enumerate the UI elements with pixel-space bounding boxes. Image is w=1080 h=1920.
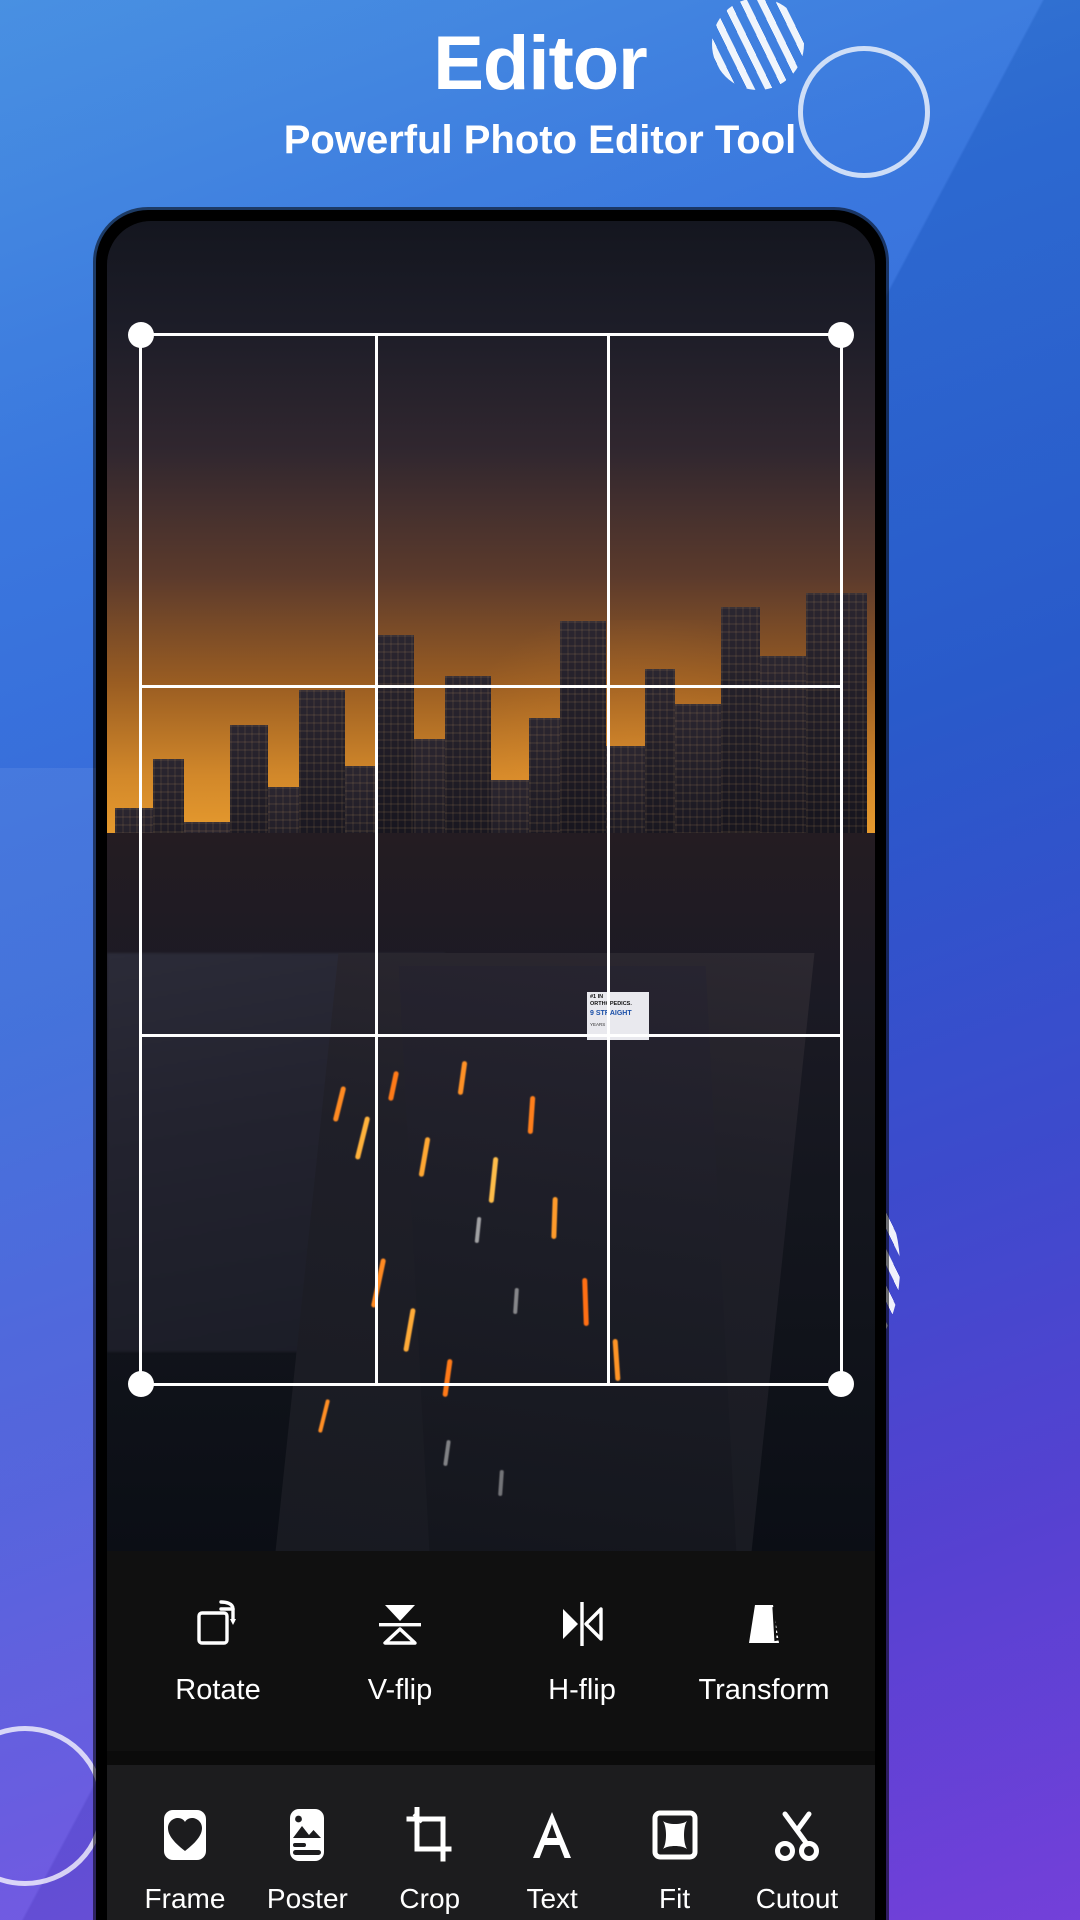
highway-layer-2 (398, 965, 737, 1551)
nav-divider (107, 1751, 875, 1765)
transform-toolbar: Rotate V-flip H-flip Transform (107, 1551, 875, 1751)
nav-item-crop[interactable]: Crop (374, 1807, 486, 1915)
billboard-line-3: YEARS (590, 1021, 606, 1027)
heart-frame-icon (158, 1807, 212, 1863)
tool-v-flip[interactable]: V-flip (325, 1596, 475, 1707)
tool-transform-label: Transform (698, 1673, 830, 1706)
rotate-icon (191, 1596, 245, 1652)
photo-canvas[interactable]: #1 IN ORTHOPEDICS. 9 STRAIGHT YEARS (107, 221, 875, 1551)
text-a-icon (525, 1807, 579, 1863)
poster-image-icon (280, 1807, 334, 1863)
photo-image: #1 IN ORTHOPEDICS. 9 STRAIGHT YEARS (107, 221, 875, 1551)
nav-item-text[interactable]: Text (496, 1807, 608, 1915)
nav-item-fit-label: Fit (659, 1883, 691, 1914)
phone-screen: #1 IN ORTHOPEDICS. 9 STRAIGHT YEARS Rota… (107, 221, 875, 1920)
billboard-sign: #1 IN ORTHOPEDICS. 9 STRAIGHT YEARS (587, 992, 649, 1041)
nav-item-poster[interactable]: Poster (251, 1807, 363, 1915)
nav-item-frame-label: Frame (144, 1883, 226, 1914)
transform-icon (737, 1596, 791, 1652)
tool-v-flip-label: V-flip (367, 1673, 433, 1706)
tool-h-flip-label: H-flip (548, 1673, 616, 1706)
horizontal-flip-icon (555, 1596, 609, 1652)
nav-item-frame[interactable]: Frame (129, 1807, 241, 1915)
nav-item-fit[interactable]: Fit (619, 1807, 731, 1915)
vertical-flip-icon (373, 1596, 427, 1652)
tool-rotate-label: Rotate (175, 1673, 261, 1706)
tool-h-flip[interactable]: H-flip (507, 1596, 657, 1707)
nav-item-crop-label: Crop (399, 1883, 461, 1914)
header-block: Editor Powerful Photo Editor Tool (0, 0, 1080, 163)
phone-mockup: #1 IN ORTHOPEDICS. 9 STRAIGHT YEARS Rota… (96, 210, 886, 1920)
nav-item-cutout[interactable]: Cutout (741, 1807, 853, 1915)
fit-frame-icon (648, 1807, 702, 1863)
page-title: Editor (433, 21, 648, 106)
bottom-navigation: Frame Poster Crop Text Fit Cutout (107, 1765, 875, 1920)
billboard-line-2: 9 STRAIGHT (590, 1010, 632, 1018)
crop-icon (403, 1807, 457, 1863)
nav-item-cutout-label: Cutout (755, 1883, 839, 1914)
page-subtitle: Powerful Photo Editor Tool (283, 117, 797, 162)
billboard-line-1: #1 IN ORTHOPEDICS. (590, 994, 632, 1008)
tool-transform[interactable]: Transform (689, 1596, 839, 1707)
nav-item-text-label: Text (526, 1883, 578, 1914)
tool-rotate[interactable]: Rotate (143, 1596, 293, 1707)
scissors-icon (770, 1807, 824, 1863)
nav-item-poster-label: Poster (266, 1883, 348, 1914)
